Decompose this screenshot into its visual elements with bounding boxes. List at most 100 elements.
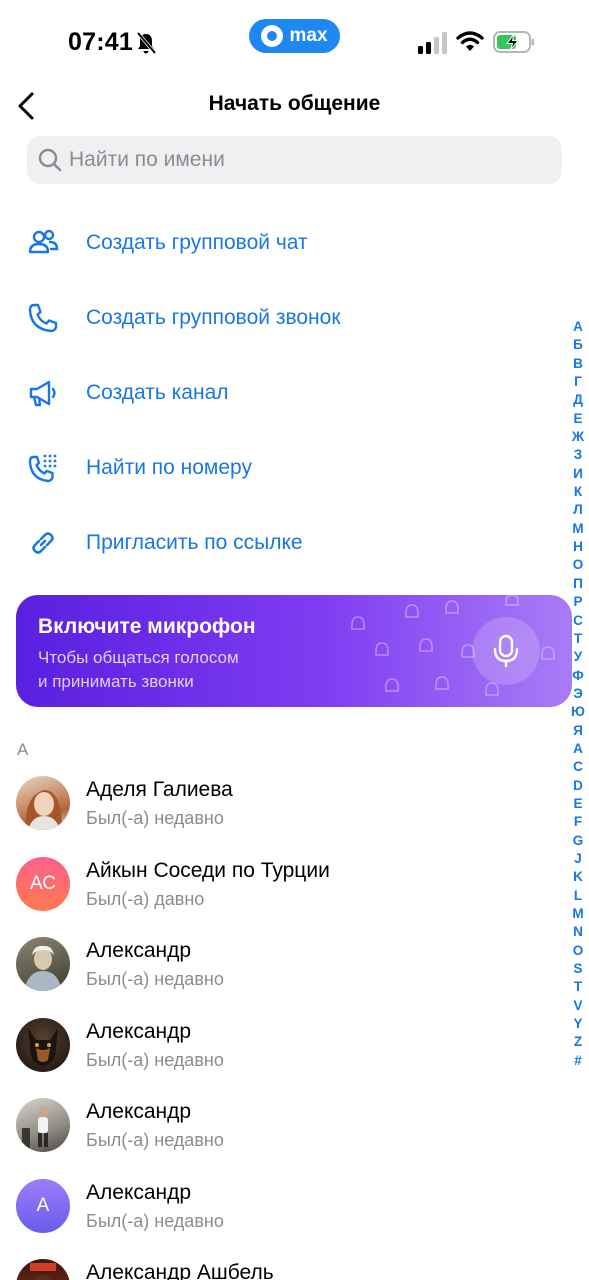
bell-off-icon (136, 31, 157, 55)
alphabet-index-letter[interactable]: Е (573, 410, 582, 428)
alphabet-index-letter[interactable]: У (574, 648, 582, 666)
alphabet-index-letter[interactable]: E (573, 795, 582, 813)
contact-row[interactable]: А Александр Был(-а) недавно (0, 1171, 560, 1252)
action-label: Пригласить по ссылке (86, 530, 303, 554)
section-header-letter: А (17, 740, 29, 759)
contact-row[interactable]: Александр Был(-а) недавно (0, 1010, 560, 1091)
nav-header: Начать общение (0, 80, 589, 132)
alphabet-index-letter[interactable]: Я (573, 722, 583, 740)
avatar: А (16, 1178, 70, 1233)
app-indicator-pill[interactable]: max (249, 19, 340, 53)
alphabet-index-letter[interactable]: Ф (572, 667, 584, 685)
create-group-chat-action[interactable]: Создать групповой чат (0, 205, 560, 280)
alphabet-index-letter[interactable]: Ю (571, 703, 585, 721)
action-label: Создать канал (86, 380, 229, 404)
avatar-photo-icon (25, 790, 62, 830)
alphabet-index-letter[interactable]: T (574, 978, 582, 996)
alphabet-index-letter[interactable]: # (574, 1052, 582, 1070)
megaphone-icon (29, 380, 56, 406)
action-label: Создать групповой чат (86, 230, 308, 254)
alphabet-index-letter[interactable]: З (574, 446, 582, 464)
alphabet-index-letter[interactable]: Н (573, 538, 583, 556)
search-input[interactable] (69, 148, 529, 172)
alphabet-index-letter[interactable]: Э (573, 685, 583, 703)
alphabet-index-letter[interactable]: D (573, 777, 583, 795)
alphabet-index-letter[interactable]: В (573, 355, 583, 373)
contact-row[interactable]: Александр Был(-а) недавно (0, 929, 560, 1010)
alphabet-index-letter[interactable]: J (574, 850, 582, 868)
enable-microphone-button[interactable] (472, 617, 540, 685)
alphabet-index-letter[interactable]: S (573, 960, 582, 978)
alphabet-index-letter[interactable]: Л (573, 501, 582, 519)
banner-subtitle: Чтобы общаться голосом и принимать звонк… (38, 646, 239, 694)
alphabet-index-letter[interactable]: A (573, 740, 583, 758)
contact-name: Александр (86, 1019, 192, 1043)
banner-subtitle-line: и принимать звонки (38, 672, 194, 691)
contact-status: Был(-а) давно (86, 888, 205, 909)
alphabet-index-letter[interactable]: С (573, 612, 583, 630)
avatar (16, 1259, 70, 1280)
action-label: Найти по номеру (86, 455, 252, 479)
alphabet-index-letter[interactable]: Ж (572, 428, 584, 446)
avatar-photo-icon (24, 945, 62, 991)
group-icon (28, 229, 59, 253)
banner-subtitle-line: Чтобы общаться голосом (38, 648, 239, 667)
action-label: Создать групповой звонок (86, 305, 341, 329)
alphabet-index-letter[interactable]: А (573, 318, 583, 336)
search-icon (38, 148, 62, 172)
max-logo-icon (261, 25, 284, 47)
alphabet-index-letter[interactable]: К (574, 483, 582, 501)
microphone-icon (493, 634, 519, 668)
alphabet-index-letter[interactable]: K (573, 868, 583, 886)
contact-row[interactable]: АС Айкын Соседи по Турции Был(-а) давно (0, 849, 560, 930)
alphabet-index-letter[interactable]: М (572, 520, 583, 538)
alphabet-index[interactable]: АБВГДЕЖЗИКЛМНОПРСТУФЭЮЯACDEFGJKLMNOSTVYZ… (567, 318, 589, 1070)
alphabet-index-letter[interactable]: П (573, 575, 583, 593)
contact-name: Александр (86, 1180, 192, 1204)
avatar-initials: А (36, 1194, 50, 1216)
alphabet-index-letter[interactable]: V (573, 997, 582, 1015)
alphabet-index-letter[interactable]: Т (574, 630, 582, 648)
battery-charging-icon (493, 31, 534, 53)
create-group-call-action[interactable]: Создать групповой звонок (0, 280, 560, 355)
contact-status: Был(-а) недавно (86, 1049, 224, 1070)
contact-status: Был(-а) недавно (86, 1130, 224, 1150)
enable-microphone-banner[interactable]: Включите микрофон Чтобы общаться голосом… (16, 595, 572, 707)
alphabet-index-letter[interactable]: Р (573, 593, 582, 611)
alphabet-index-letter[interactable]: И (573, 465, 583, 483)
contact-status: Был(-а) недавно (86, 808, 224, 828)
alphabet-index-letter[interactable]: Б (573, 336, 583, 354)
avatar (16, 1098, 70, 1152)
avatar (16, 776, 70, 830)
avatar-photo-icon (28, 1027, 58, 1066)
search-box[interactable] (27, 136, 562, 184)
alphabet-index-letter[interactable]: О (573, 556, 584, 574)
alphabet-index-letter[interactable]: Г (574, 373, 582, 391)
find-by-number-action[interactable]: Найти по номеру (0, 430, 560, 505)
alphabet-index-letter[interactable]: O (573, 942, 584, 960)
alphabet-index-letter[interactable]: M (572, 905, 583, 923)
contact-row[interactable]: Аделя Галиева Был(-а) недавно (0, 768, 560, 849)
contact-row[interactable]: Александр Ашбель (0, 1251, 560, 1280)
status-time: 07:41 (68, 28, 133, 56)
avatar: АС (16, 856, 70, 911)
alphabet-index-letter[interactable]: G (573, 832, 584, 850)
alphabet-index-letter[interactable]: Д (573, 391, 583, 409)
contact-name: Александр (86, 1100, 192, 1123)
contact-row[interactable]: Александр Был(-а) недавно (0, 1090, 560, 1171)
avatar-initials: АС (30, 872, 56, 894)
contact-status: Был(-а) недавно (86, 969, 224, 989)
invite-by-link-action[interactable]: Пригласить по ссылке (0, 505, 560, 580)
cellular-signal-icon (418, 32, 447, 54)
contact-list: Аделя Галиева Был(-а) недавно АС Айкын С… (0, 768, 560, 1280)
alphabet-index-letter[interactable]: C (573, 758, 583, 776)
alphabet-index-letter[interactable]: L (574, 887, 582, 905)
alphabet-index-letter[interactable]: Y (573, 1015, 582, 1033)
alphabet-index-letter[interactable]: F (574, 813, 582, 831)
contact-name: Айкын Соседи по Турции (86, 858, 330, 882)
app-pill-label: max (289, 25, 328, 46)
contact-name: Александр (86, 939, 192, 962)
alphabet-index-letter[interactable]: N (573, 923, 583, 941)
alphabet-index-letter[interactable]: Z (574, 1033, 582, 1051)
create-channel-action[interactable]: Создать канал (0, 355, 560, 430)
